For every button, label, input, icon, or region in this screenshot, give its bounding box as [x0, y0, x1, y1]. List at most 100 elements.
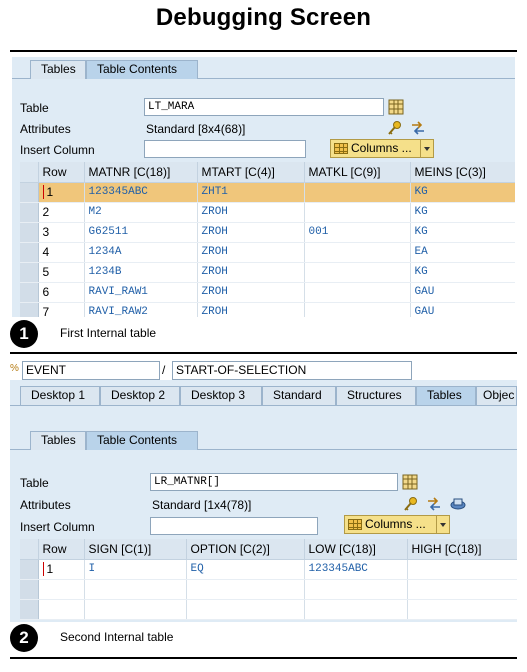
step-badge: 2: [10, 624, 38, 652]
insert-column-label: Insert Column: [20, 520, 95, 534]
cell-matnr[interactable]: RAVI_RAW1: [84, 282, 198, 303]
table-row[interactable]: 7 RAVI_RAW2 ZROH GAU: [20, 302, 515, 317]
row-selector[interactable]: [20, 282, 39, 303]
cell-mtart[interactable]: ZROH: [197, 242, 305, 263]
transfer-icon[interactable]: [410, 120, 426, 136]
cell-mtart[interactable]: ZROH: [197, 302, 305, 317]
cell-high[interactable]: [407, 559, 517, 580]
table-row[interactable]: 1 I EQ 123345ABC: [20, 559, 517, 580]
column-header-option[interactable]: OPTION [C(2)]: [186, 539, 305, 560]
cell-low[interactable]: 123345ABC: [304, 559, 408, 580]
table-label: Table: [20, 101, 49, 115]
table-row[interactable]: 5 1234B ZROH KG: [20, 262, 515, 283]
cell-matnr[interactable]: 1234B: [84, 262, 198, 283]
separator: /: [162, 363, 166, 377]
insert-column-field[interactable]: [144, 140, 306, 158]
table-row[interactable]: 4 1234A ZROH EA: [20, 242, 515, 263]
row-number: 1: [38, 559, 85, 580]
row-number: 4: [38, 242, 85, 263]
cell-matkl[interactable]: [304, 302, 411, 317]
row-selector[interactable]: [20, 559, 39, 580]
cell-meins[interactable]: KG: [410, 182, 515, 203]
column-header-high[interactable]: HIGH [C(18)]: [407, 539, 517, 560]
cell-mtart[interactable]: ZROH: [197, 282, 305, 303]
cell-matnr[interactable]: 1234A: [84, 242, 198, 263]
row-selector-header[interactable]: [20, 539, 39, 560]
cell-matkl[interactable]: 001: [304, 222, 411, 243]
column-header-mtart[interactable]: MTART [C(4)]: [197, 162, 305, 183]
cell-matnr[interactable]: 123345ABC: [84, 182, 198, 203]
cell-meins[interactable]: KG: [410, 262, 515, 283]
cell-matkl[interactable]: [304, 182, 411, 203]
tab-tables[interactable]: Tables: [30, 60, 86, 79]
key-icon[interactable]: [402, 496, 418, 512]
row-selector-header[interactable]: [20, 162, 39, 183]
save-icon[interactable]: [450, 496, 466, 512]
tab-tables[interactable]: Tables: [30, 431, 86, 450]
first-tabstrip: Tables Table Contents: [12, 57, 515, 79]
attributes-label: Attributes: [20, 122, 71, 136]
table-row[interactable]: 1 123345ABC ZHT1 KG: [20, 182, 515, 203]
cell-matkl[interactable]: [304, 202, 411, 223]
columns-button[interactable]: Columns ...: [330, 139, 434, 158]
tab-structures[interactable]: Structures: [336, 386, 416, 405]
cell-mtart[interactable]: ZHT1: [197, 182, 305, 203]
row-selector[interactable]: [20, 242, 39, 263]
tab-table-contents[interactable]: Table Contents: [86, 431, 198, 450]
tab-desktop-1[interactable]: Desktop 1: [20, 386, 100, 405]
chevron-down-icon[interactable]: [436, 516, 449, 533]
divider: [10, 50, 517, 52]
cell-mtart[interactable]: ZROH: [197, 222, 305, 243]
insert-column-field[interactable]: [150, 517, 318, 535]
tab-table-contents[interactable]: Table Contents: [86, 60, 198, 79]
cell-sign[interactable]: I: [84, 559, 187, 580]
column-header-matnr[interactable]: MATNR [C(18)]: [84, 162, 198, 183]
row-selector[interactable]: [20, 302, 39, 317]
page-title: Debugging Screen: [155, 4, 372, 31]
cell-meins[interactable]: KG: [410, 222, 515, 243]
columns-button-label: Columns ...: [351, 141, 412, 155]
row-selector[interactable]: [20, 222, 39, 243]
table-name-field[interactable]: LR_MATNR[]: [150, 473, 398, 491]
cell-meins[interactable]: EA: [410, 242, 515, 263]
cell-option[interactable]: EQ: [186, 559, 305, 580]
attributes-label: Attributes: [20, 498, 71, 512]
table-icon[interactable]: [402, 474, 418, 490]
cell-matnr[interactable]: M2: [84, 202, 198, 223]
column-header-row[interactable]: Row: [38, 539, 85, 560]
table-row[interactable]: 6 RAVI_RAW1 ZROH GAU: [20, 282, 515, 303]
row-selector[interactable]: [20, 202, 39, 223]
key-icon[interactable]: [386, 120, 402, 136]
tab-objects[interactable]: Objec: [476, 386, 517, 405]
column-header-meins[interactable]: MEINS [C(3)]: [410, 162, 515, 183]
table-name-field[interactable]: LT_MARA: [144, 98, 384, 116]
cell-mtart[interactable]: ZROH: [197, 262, 305, 283]
column-header-sign[interactable]: SIGN [C(1)]: [84, 539, 187, 560]
row-selector[interactable]: [20, 262, 39, 283]
event-value-field[interactable]: START-OF-SELECTION: [172, 361, 412, 380]
table-row[interactable]: 2 M2 ZROH KG: [20, 202, 515, 223]
transfer-icon[interactable]: [426, 496, 442, 512]
cell-matkl[interactable]: [304, 282, 411, 303]
cell-meins[interactable]: KG: [410, 202, 515, 223]
columns-button[interactable]: Columns ...: [344, 515, 450, 534]
column-header-row[interactable]: Row: [38, 162, 85, 183]
column-header-low[interactable]: LOW [C(18)]: [304, 539, 408, 560]
cell-mtart[interactable]: ZROH: [197, 202, 305, 223]
cell-meins[interactable]: GAU: [410, 282, 515, 303]
tab-desktop-2[interactable]: Desktop 2: [100, 386, 180, 405]
cell-matkl[interactable]: [304, 242, 411, 263]
tab-standard[interactable]: Standard: [262, 386, 336, 405]
tab-tables-desktop[interactable]: Tables: [416, 386, 476, 405]
table-icon[interactable]: [388, 99, 404, 115]
chevron-down-icon[interactable]: [420, 140, 433, 157]
tab-desktop-3[interactable]: Desktop 3: [180, 386, 262, 405]
event-field[interactable]: EVENT: [22, 361, 160, 380]
table-row[interactable]: 3 G62511 ZROH 001 KG: [20, 222, 515, 243]
column-header-matkl[interactable]: MATKL [C(9)]: [304, 162, 411, 183]
cell-matnr[interactable]: RAVI_RAW2: [84, 302, 198, 317]
cell-matnr[interactable]: G62511: [84, 222, 198, 243]
row-selector[interactable]: [20, 182, 39, 203]
cell-meins[interactable]: GAU: [410, 302, 515, 317]
cell-matkl[interactable]: [304, 262, 411, 283]
